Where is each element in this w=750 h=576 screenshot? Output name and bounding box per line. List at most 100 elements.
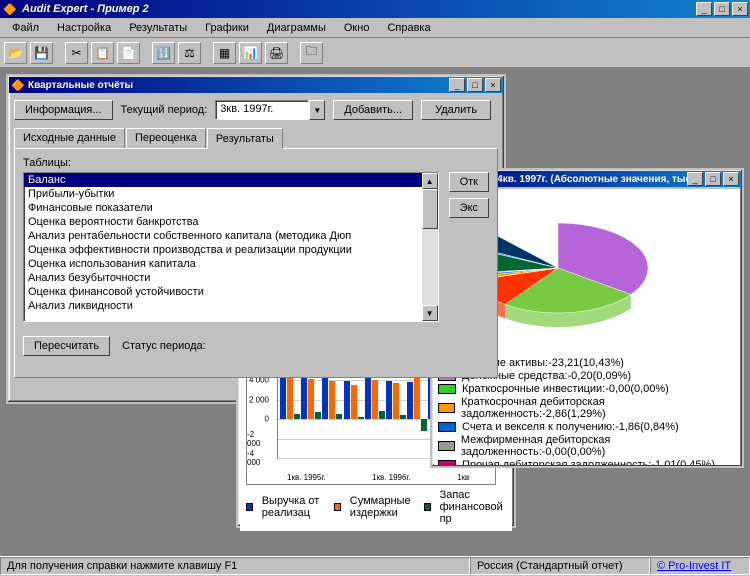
legend-label: Счета и векселя к получению:-1,86(0,84%) <box>462 421 679 433</box>
list-item[interactable]: Анализ рентабельности собственного капит… <box>24 229 438 243</box>
report-titlebar[interactable]: 🔶 Квартальные отчёты _ □ × <box>9 77 503 93</box>
list-item[interactable]: Прибыли-убытки <box>24 187 438 201</box>
bar <box>386 381 392 419</box>
tables-listbox[interactable]: Баланс Прибыли-убытки Финансовые показат… <box>23 172 439 322</box>
export-button[interactable]: Экс <box>449 198 489 218</box>
bar <box>344 381 350 419</box>
period-label: Текущий период: <box>121 104 208 116</box>
recalc-button[interactable]: Пересчитать <box>23 336 110 356</box>
bar <box>365 375 371 419</box>
scroll-down-icon[interactable]: ▼ <box>422 305 438 321</box>
chevron-down-icon[interactable]: ▼ <box>309 100 325 120</box>
bar <box>351 385 357 419</box>
tool-paste-icon[interactable]: 📄 <box>117 42 140 64</box>
x-axis-label: 1кв <box>457 473 469 482</box>
bar <box>336 414 342 419</box>
tool-print-icon[interactable]: 🖨 <box>265 42 288 64</box>
x-axis-label: 1кв. 1995г. <box>287 473 326 482</box>
tab-source-data[interactable]: Исходные данные <box>14 128 125 148</box>
list-scrollbar[interactable]: ▲ ▼ <box>422 173 438 321</box>
list-item[interactable]: Баланс <box>24 173 438 187</box>
tab-results[interactable]: Результаты <box>207 128 283 149</box>
toolbar: 📂 💾 ✂ 📋 📄 🔢 ⚖ ▦ 📊 🖨 🗀 <box>0 38 750 68</box>
report-maximize-button[interactable]: □ <box>467 78 483 92</box>
maximize-button[interactable]: □ <box>714 2 730 16</box>
legend-swatch <box>438 422 456 432</box>
legend-swatch <box>438 403 455 413</box>
report-title: Квартальные отчёты <box>28 80 449 91</box>
tool-copy-icon[interactable]: 📋 <box>91 42 114 64</box>
period-value[interactable]: 3кв. 1997г. <box>215 100 309 120</box>
status-help: Для получения справки нажмите клавишу F1 <box>0 557 470 575</box>
open-button[interactable]: Отк <box>449 172 489 192</box>
bar <box>400 415 406 419</box>
statusbar: Для получения справки нажмите клавишу F1… <box>0 556 750 576</box>
list-item[interactable]: Финансовые показатели <box>24 201 438 215</box>
tab-revaluation[interactable]: Переоценка <box>126 128 206 148</box>
y-tick-label: -4 000 <box>247 449 269 467</box>
minimize-button[interactable]: _ <box>696 2 712 16</box>
y-tick-label: -2 000 <box>247 430 269 448</box>
menu-window[interactable]: Окно <box>336 20 378 36</box>
legend-label: Краткосрочная дебиторская задолженность:… <box>461 396 736 420</box>
legend-label: Краткосрочные инвестиции:-0,00(0,00%) <box>462 383 669 395</box>
legend-label: Прочая дебиторская задолженность:-1,01(0… <box>462 459 715 465</box>
mdi-area: 🔶 Квартальные отчёты _ □ × Информация...… <box>0 68 750 556</box>
bar <box>421 419 427 431</box>
legend-item: Краткосрочные инвестиции:-0,00(0,00%) <box>438 383 736 395</box>
menubar: Файл Настройка Результаты Графики Диагра… <box>0 18 750 38</box>
tool-balance-icon[interactable]: ⚖ <box>178 42 201 64</box>
tool-chart-icon[interactable]: 📊 <box>239 42 262 64</box>
legend-item: Краткосрочная дебиторская задолженность:… <box>438 396 736 420</box>
report-close-button[interactable]: × <box>485 78 501 92</box>
delete-button[interactable]: Удалить <box>421 100 491 120</box>
y-tick-label: 0 <box>265 415 269 424</box>
bar <box>329 381 335 419</box>
close-button[interactable]: × <box>732 2 748 16</box>
legend-swatch <box>438 441 455 451</box>
app-icon: 🔶 <box>2 1 18 17</box>
list-item[interactable]: Анализ безубыточности <box>24 271 438 285</box>
tool-save-icon[interactable]: 💾 <box>30 42 53 64</box>
list-item[interactable]: Оценка вероятности банкротства <box>24 215 438 229</box>
tool-calc-icon[interactable]: 🔢 <box>152 42 175 64</box>
bar <box>372 380 378 419</box>
list-item[interactable]: Оценка финансовой устойчивости <box>24 285 438 299</box>
status-link[interactable]: © Pro-Invest IT <box>657 560 731 572</box>
report-minimize-button[interactable]: _ <box>449 78 465 92</box>
pie-maximize-button[interactable]: □ <box>705 172 721 186</box>
menu-settings[interactable]: Настройка <box>49 20 119 36</box>
tool-cut-icon[interactable]: ✂ <box>65 42 88 64</box>
bar <box>414 375 420 419</box>
tool-folder-icon[interactable]: 🗀 <box>300 42 323 64</box>
menu-diagrams[interactable]: Диаграммы <box>259 20 334 36</box>
list-item[interactable]: Оценка эффективности производства и реал… <box>24 243 438 257</box>
x-axis-label: 1кв. 1996г. <box>372 473 411 482</box>
legend-item: Прочая дебиторская задолженность:-1,01(0… <box>438 459 736 465</box>
bar <box>287 376 293 419</box>
menu-file[interactable]: Файл <box>4 20 47 36</box>
list-item[interactable]: Анализ ликвидности <box>24 299 438 313</box>
list-item[interactable]: Оценка использования капитала <box>24 257 438 271</box>
pie-close-button[interactable]: × <box>723 172 739 186</box>
bar <box>358 417 364 419</box>
period-combo[interactable]: 3кв. 1997г. ▼ <box>215 100 325 120</box>
report-window: 🔶 Квартальные отчёты _ □ × Информация...… <box>6 74 506 404</box>
menu-results[interactable]: Результаты <box>121 20 195 36</box>
menu-charts[interactable]: Графики <box>197 20 257 36</box>
legend-swatch <box>438 384 456 394</box>
legend-swatch <box>438 460 456 465</box>
scroll-thumb[interactable] <box>422 189 438 229</box>
add-button[interactable]: Добавить... <box>333 100 413 120</box>
app-title: Audit Expert - Пример 2 <box>22 3 696 15</box>
menu-help[interactable]: Справка <box>379 20 438 36</box>
tool-table-icon[interactable]: ▦ <box>213 42 236 64</box>
info-button[interactable]: Информация... <box>14 100 113 120</box>
legend-label: Межфирменная дебиторская задолженность:-… <box>461 434 736 458</box>
tool-open-icon[interactable]: 📂 <box>4 42 27 64</box>
legend-swatch <box>334 503 341 511</box>
scroll-up-icon[interactable]: ▲ <box>422 173 438 189</box>
legend-swatch <box>424 503 431 511</box>
tables-label: Таблицы: <box>23 157 489 169</box>
pie-minimize-button[interactable]: _ <box>687 172 703 186</box>
